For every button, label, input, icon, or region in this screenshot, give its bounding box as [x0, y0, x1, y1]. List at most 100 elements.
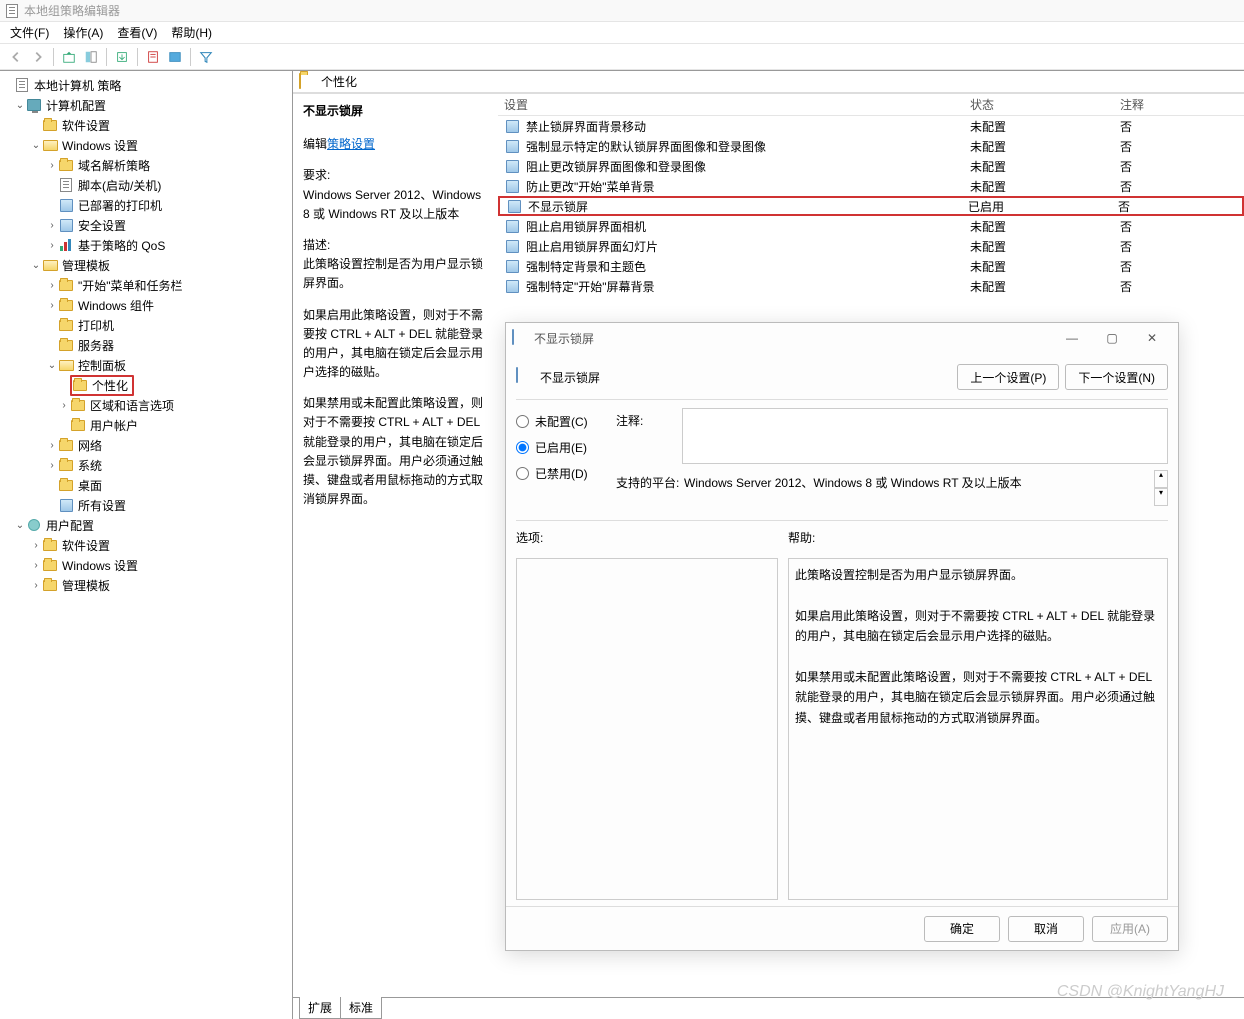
list-row[interactable]: 防止更改"开始"菜单背景未配置否: [498, 176, 1244, 196]
tree-qos[interactable]: ›基于策略的 QoS: [0, 235, 292, 255]
radio-disabled[interactable]: 已禁用(D): [516, 460, 616, 486]
properties-button[interactable]: [143, 47, 163, 67]
list-row[interactable]: 阻止启用锁屏界面相机未配置否: [498, 216, 1244, 236]
list-row[interactable]: 阻止启用锁屏界面幻灯片未配置否: [498, 236, 1244, 256]
chevron-right-icon[interactable]: ›: [46, 280, 58, 291]
radio-not-configured[interactable]: 未配置(C): [516, 408, 616, 434]
spin-up-icon[interactable]: ▴: [1154, 470, 1168, 488]
chevron-right-icon[interactable]: ›: [30, 540, 42, 551]
folder-icon: [58, 317, 74, 333]
tree-user-software[interactable]: ›软件设置: [0, 535, 292, 555]
row-state: 未配置: [964, 238, 1114, 255]
tree-windows-settings[interactable]: ⌄Windows 设置: [0, 135, 292, 155]
cancel-button[interactable]: 取消: [1008, 916, 1084, 942]
separator: [516, 520, 1168, 521]
help-button[interactable]: [165, 47, 185, 67]
chevron-right-icon[interactable]: ›: [58, 400, 70, 411]
tree-software-settings[interactable]: 软件设置: [0, 115, 292, 135]
tree-desktop[interactable]: 桌面: [0, 475, 292, 495]
chevron-right-icon[interactable]: ›: [46, 300, 58, 311]
chevron-right-icon[interactable]: ›: [30, 580, 42, 591]
radio-enabled[interactable]: 已启用(E): [516, 434, 616, 460]
edit-policy-link[interactable]: 策略设置: [327, 137, 375, 151]
back-button[interactable]: [6, 47, 26, 67]
apply-button[interactable]: 应用(A): [1092, 916, 1168, 942]
tree-user-windows[interactable]: ›Windows 设置: [0, 555, 292, 575]
tab-standard[interactable]: 标准: [340, 997, 382, 1019]
forward-button[interactable]: [28, 47, 48, 67]
col-state-header[interactable]: 状态: [964, 96, 1114, 113]
navigation-tree[interactable]: 本地计算机 策略 ⌄计算机配置 软件设置 ⌄Windows 设置 ›域名解析策略…: [0, 71, 293, 1019]
chevron-right-icon[interactable]: ›: [46, 440, 58, 451]
up-button[interactable]: [59, 47, 79, 67]
col-setting-header[interactable]: 设置: [498, 96, 964, 113]
window-title: 本地组策略编辑器: [24, 2, 120, 19]
list-row[interactable]: 不显示锁屏已启用否: [498, 196, 1244, 216]
row-name: 阻止启用锁屏界面幻灯片: [526, 238, 658, 255]
spin-down-icon[interactable]: ▾: [1154, 488, 1168, 506]
tree-deployed-printers[interactable]: 已部署的打印机: [0, 195, 292, 215]
tree-user-admin[interactable]: ›管理模板: [0, 575, 292, 595]
setting-icon: [504, 238, 520, 254]
tree-start-taskbar[interactable]: ›"开始"菜单和任务栏: [0, 275, 292, 295]
tree-region-lang[interactable]: ›区域和语言选项: [0, 395, 292, 415]
show-hide-tree-button[interactable]: [81, 47, 101, 67]
separator: [516, 399, 1168, 400]
tree-user-config[interactable]: ⌄用户配置: [0, 515, 292, 535]
list-row[interactable]: 强制特定"开始"屏幕背景未配置否: [498, 276, 1244, 296]
tree-control-panel[interactable]: ⌄控制面板: [0, 355, 292, 375]
tree-admin-templates[interactable]: ⌄管理模板: [0, 255, 292, 275]
folder-icon: [58, 437, 74, 453]
menu-view[interactable]: 查看(V): [117, 24, 157, 41]
row-name: 禁止锁屏界面背景移动: [526, 118, 646, 135]
export-button[interactable]: [112, 47, 132, 67]
tree-computer-config[interactable]: ⌄计算机配置: [0, 95, 292, 115]
tab-extended[interactable]: 扩展: [299, 997, 341, 1019]
chevron-right-icon[interactable]: ›: [30, 560, 42, 571]
list-row[interactable]: 禁止锁屏界面背景移动未配置否: [498, 116, 1244, 136]
minimize-button[interactable]: —: [1052, 324, 1092, 352]
chevron-down-icon[interactable]: ⌄: [14, 520, 26, 531]
next-setting-button[interactable]: 下一个设置(N): [1065, 364, 1168, 390]
tree-network[interactable]: ›网络: [0, 435, 292, 455]
prev-setting-button[interactable]: 上一个设置(P): [957, 364, 1059, 390]
menu-action[interactable]: 操作(A): [63, 24, 103, 41]
list-row[interactable]: 阻止更改锁屏界面图像和登录图像未配置否: [498, 156, 1244, 176]
tree-all-settings[interactable]: 所有设置: [0, 495, 292, 515]
tree-servers[interactable]: 服务器: [0, 335, 292, 355]
chevron-down-icon[interactable]: ⌄: [30, 140, 42, 151]
tree-security-settings[interactable]: ›安全设置: [0, 215, 292, 235]
ok-button[interactable]: 确定: [924, 916, 1000, 942]
menu-help[interactable]: 帮助(H): [171, 24, 212, 41]
row-comment: 否: [1112, 198, 1242, 215]
tree-printers[interactable]: 打印机: [0, 315, 292, 335]
list-row[interactable]: 强制特定背景和主题色未配置否: [498, 256, 1244, 276]
tree-dns-policy[interactable]: ›域名解析策略: [0, 155, 292, 175]
close-button[interactable]: ✕: [1132, 324, 1172, 352]
chevron-right-icon[interactable]: ›: [46, 220, 58, 231]
tree-user-accounts[interactable]: 用户帐户: [0, 415, 292, 435]
filter-button[interactable]: [196, 47, 216, 67]
tree-scripts[interactable]: 脚本(启动/关机): [0, 175, 292, 195]
chevron-right-icon[interactable]: ›: [46, 160, 58, 171]
comment-textarea[interactable]: [682, 408, 1168, 464]
menu-file[interactable]: 文件(F): [10, 24, 49, 41]
tree-personalization[interactable]: 个性化: [0, 375, 292, 395]
platform-text: Windows Server 2012、Windows 8 或 Windows …: [682, 470, 1168, 510]
dialog-titlebar[interactable]: 不显示锁屏 — ▢ ✕: [506, 323, 1178, 353]
maximize-button[interactable]: ▢: [1092, 324, 1132, 352]
chevron-right-icon[interactable]: ›: [46, 240, 58, 251]
chevron-right-icon[interactable]: ›: [46, 460, 58, 471]
chevron-down-icon[interactable]: ⌄: [30, 260, 42, 271]
chevron-down-icon[interactable]: ⌄: [14, 100, 26, 111]
row-comment: 否: [1114, 138, 1244, 155]
chevron-down-icon[interactable]: ⌄: [46, 360, 58, 371]
tree-system[interactable]: ›系统: [0, 455, 292, 475]
description-para2: 如果禁用或未配置此策略设置，则对于不需要按 CTRL + ALT + DEL 就…: [303, 394, 488, 509]
col-comment-header[interactable]: 注释: [1114, 96, 1244, 113]
list-row[interactable]: 强制显示特定的默认锁屏界面图像和登录图像未配置否: [498, 136, 1244, 156]
row-comment: 否: [1114, 158, 1244, 175]
tree-root[interactable]: 本地计算机 策略: [0, 75, 292, 95]
tree-win-components[interactable]: ›Windows 组件: [0, 295, 292, 315]
spinner[interactable]: ▴▾: [1154, 470, 1168, 506]
